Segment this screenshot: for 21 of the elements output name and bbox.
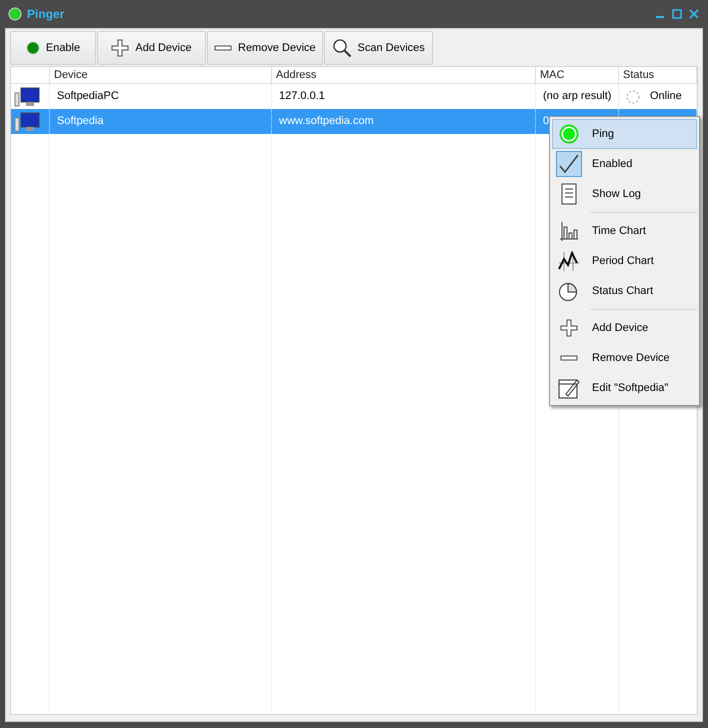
menu-item[interactable]: Edit "Softpedia"	[552, 373, 697, 403]
column-header[interactable]: Address	[272, 67, 536, 84]
menu-item[interactable]: Status Chart	[552, 276, 697, 306]
toolbar-button[interactable]: Scan Devices	[324, 31, 433, 65]
menu-item[interactable]: Time Chart	[552, 216, 697, 246]
toolbar-button[interactable]: Remove Device	[207, 31, 323, 65]
menu-item[interactable]: Period Chart	[552, 246, 697, 276]
table-cell: Softpedia	[50, 109, 272, 134]
column-header[interactable]: Device	[50, 67, 272, 84]
column-header[interactable]: MAC	[536, 67, 619, 84]
toolbar-button[interactable]: Enable	[10, 31, 96, 65]
toolbar-button[interactable]: Add Device	[97, 31, 206, 65]
menu-item[interactable]: Remove Device	[552, 343, 697, 373]
menu-item[interactable]: Show Log	[552, 179, 697, 209]
menu-item[interactable]: Add Device	[552, 313, 697, 343]
window-title: Pinger	[27, 6, 64, 23]
column-header[interactable]: Status	[619, 67, 697, 84]
table-cell: www.softpedia.com	[272, 109, 536, 134]
table-cell-text: Online	[650, 89, 682, 104]
menu-item[interactable]: Enabled	[552, 149, 697, 179]
menu-item[interactable]: Ping	[552, 119, 697, 149]
